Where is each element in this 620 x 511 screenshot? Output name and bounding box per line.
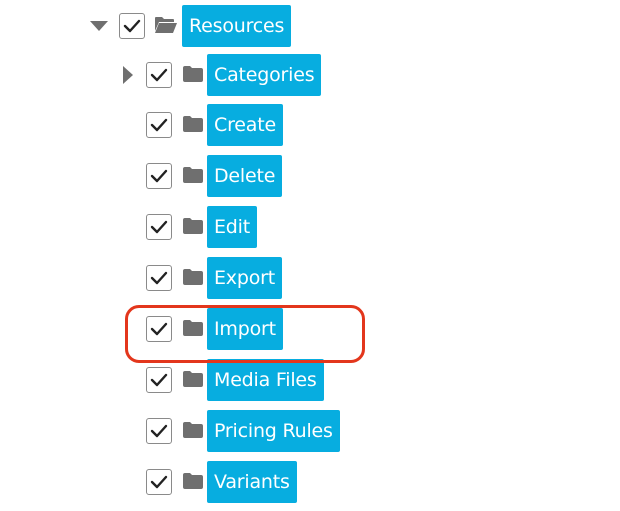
tree-label-delete[interactable]: Delete (207, 155, 283, 197)
tree-label-export[interactable]: Export (207, 257, 282, 299)
import-highlight-outline (125, 305, 365, 363)
tree-node-export: Export (0, 257, 620, 299)
media-files-checkbox[interactable] (146, 367, 172, 393)
caret-right-icon[interactable] (117, 54, 139, 96)
create-checkbox[interactable] (146, 112, 172, 138)
folder-icon (181, 267, 205, 287)
tree-node-pricing-rules: Pricing Rules (0, 410, 620, 452)
export-checkbox[interactable] (146, 265, 172, 291)
delete-checkbox[interactable] (146, 163, 172, 189)
caret-down-icon[interactable] (88, 5, 110, 47)
folder-icon (181, 64, 205, 84)
tree-node-create: Create (0, 104, 620, 146)
folder-icon (181, 471, 205, 491)
tree-label-media-files[interactable]: Media Files (207, 359, 324, 401)
tree-label-create[interactable]: Create (207, 104, 283, 146)
folder-icon (181, 216, 205, 236)
folder-open-icon (154, 15, 178, 35)
folder-icon (181, 420, 205, 440)
variants-checkbox[interactable] (146, 469, 172, 495)
tree-node-media-files: Media Files (0, 359, 620, 401)
folder-icon (181, 114, 205, 134)
tree-label-pricing-rules[interactable]: Pricing Rules (207, 410, 340, 452)
tree-node-resources: Resources (0, 5, 620, 47)
tree-label-variants[interactable]: Variants (207, 461, 297, 503)
folder-icon (181, 165, 205, 185)
tree-node-variants: Variants (0, 461, 620, 503)
tree-node-edit: Edit (0, 206, 620, 248)
tree-node-categories: Categories (0, 54, 620, 96)
tree-label-edit[interactable]: Edit (207, 206, 257, 248)
tree-node-delete: Delete (0, 155, 620, 197)
categories-checkbox[interactable] (146, 62, 172, 88)
tree-label-resources[interactable]: Resources (182, 5, 292, 47)
folder-icon (181, 369, 205, 389)
edit-checkbox[interactable] (146, 214, 172, 240)
resources-checkbox[interactable] (119, 13, 145, 39)
tree-label-categories[interactable]: Categories (207, 54, 322, 96)
pricing-rules-checkbox[interactable] (146, 418, 172, 444)
